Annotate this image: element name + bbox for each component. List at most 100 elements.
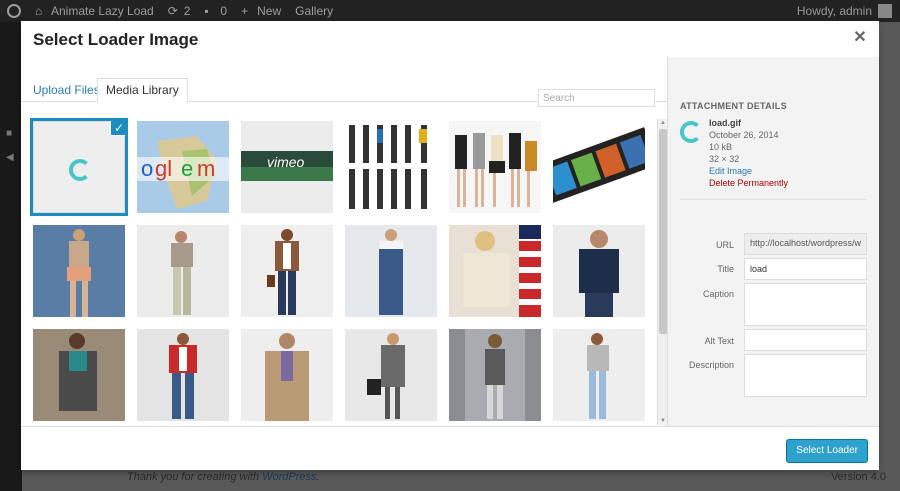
site-name: Animate Lazy Load	[51, 4, 154, 18]
attachment-models-group[interactable]	[449, 121, 541, 213]
attachment-woman-scarf-cardigan[interactable]	[33, 329, 125, 421]
modal-title: Select Loader Image	[33, 30, 199, 49]
scroll-up-icon[interactable]: ▲	[659, 119, 667, 127]
divider	[680, 199, 867, 200]
woman-scarf-cardigan-thumbnail	[33, 329, 125, 421]
attachment-date: October 26, 2014	[709, 130, 779, 140]
greeting: Howdy, admin	[796, 4, 872, 18]
comments-count: 0	[220, 4, 228, 18]
loader-icon	[69, 159, 91, 181]
new-label: New	[257, 4, 282, 18]
attachment-info: load.gif October 26, 2014 10 kB 32 × 32 …	[709, 117, 788, 189]
site-name-link[interactable]: ⌂ Animate Lazy Load	[28, 0, 161, 22]
url-label: URL	[715, 240, 734, 250]
caption-field[interactable]	[744, 283, 867, 326]
title-field[interactable]	[744, 258, 867, 280]
attachment-man-tan-blazer[interactable]	[241, 329, 333, 421]
title-label: Title	[717, 264, 734, 274]
attachment-details-heading: ATTACHMENT DETAILS	[680, 101, 787, 111]
alt-text-label: Alt Text	[704, 336, 734, 346]
tab-upload-files[interactable]: Upload Files	[25, 79, 108, 103]
attachment-woman-knit-top[interactable]	[553, 329, 645, 421]
footer-version: Version 4.0	[830, 471, 886, 483]
scroll-down-icon[interactable]: ▼	[659, 417, 667, 425]
attachment-woman-overalls[interactable]	[345, 225, 437, 317]
footer-thanks: Thank you for creating with WordPress.	[127, 471, 320, 483]
grid-scrollbar[interactable]: ▲ ▼	[657, 119, 667, 425]
caption-label: Caption	[702, 289, 734, 299]
woman-sweater-flag-thumbnail	[449, 225, 541, 317]
attachment-vimeo[interactable]: vimeo	[241, 121, 333, 213]
vimeo-thumbnail: vimeo	[241, 121, 333, 213]
woman-brown-jacket-thumbnail	[241, 225, 333, 317]
man-tan-blazer-thumbnail	[241, 329, 333, 421]
attachment-filename: load.gif	[709, 118, 741, 128]
edit-image-link[interactable]: Edit Image	[709, 165, 788, 177]
man-red-hoodie-thumbnail	[137, 329, 229, 421]
attachment-woman-city-street[interactable]	[449, 329, 541, 421]
svg-text:m: m	[197, 156, 215, 181]
delete-permanently-link[interactable]: Delete Permanently	[709, 177, 788, 189]
attachment-loader-gif[interactable]: ✓	[30, 118, 128, 216]
account-menu[interactable]: Howdy, admin	[797, 4, 900, 18]
url-field[interactable]: http://localhost/wordpress/w	[744, 233, 867, 255]
attachment-film-strip[interactable]	[553, 121, 645, 213]
avatar	[878, 4, 892, 18]
plus-icon: +	[241, 4, 249, 18]
gallery-link[interactable]: Gallery	[288, 0, 340, 22]
comments-link[interactable]: ▪ 0	[197, 0, 234, 22]
man-navy-hoodie-thumbnail	[553, 225, 645, 317]
close-icon[interactable]: ✕	[853, 30, 867, 46]
footer-thanks-text: Thank you for creating with	[127, 471, 263, 483]
attachment-dimensions: 32 × 32	[709, 154, 740, 164]
woman-city-street-thumbnail	[449, 329, 541, 421]
attachment-man-navy-hoodie[interactable]	[553, 225, 645, 317]
attachment-woman-sweater-flag[interactable]	[449, 225, 541, 317]
attachment-fashion-grid[interactable]	[345, 121, 437, 213]
menu-icon: ■	[6, 128, 13, 139]
svg-text:o: o	[141, 156, 153, 181]
wp-logo-menu[interactable]	[0, 0, 28, 22]
home-icon: ⌂	[35, 4, 43, 18]
modal-toolbar: Select Loader	[21, 426, 879, 470]
updates-link[interactable]: ⟳ 2	[161, 0, 198, 22]
attachment-woman-grey-coat[interactable]	[345, 329, 437, 421]
alt-text-field[interactable]	[744, 329, 867, 351]
svg-text:vimeo: vimeo	[267, 154, 305, 170]
admin-bar: ⌂ Animate Lazy Load ⟳ 2 ▪ 0 + New Galler…	[0, 0, 900, 22]
check-icon[interactable]: ✓	[110, 121, 125, 136]
footer-wordpress-link[interactable]: WordPress	[262, 471, 316, 483]
svg-text:e: e	[181, 156, 193, 181]
film-strip-thumbnail	[553, 121, 645, 213]
comment-icon: ▪	[204, 4, 209, 18]
media-modal: Select Loader Image ✕ Upload Files Media…	[21, 21, 879, 470]
admin-menu: ■ ◀	[0, 22, 22, 491]
updates-count: 2	[183, 4, 191, 18]
fashion-grid-thumbnail	[345, 121, 437, 213]
woman-knit-top-thumbnail	[553, 329, 645, 421]
google-map-thumbnail: o gl e m	[137, 121, 229, 213]
woman-grey-coat-thumbnail	[345, 329, 437, 421]
footer-thanks-suffix: .	[316, 471, 320, 483]
attachment-woman-brown-jacket[interactable]	[241, 225, 333, 317]
collapse-icon: ◀	[6, 152, 14, 163]
attachment-woman-denim-shorts[interactable]	[33, 225, 125, 317]
attachment-google-map[interactable]: o gl e m	[137, 121, 229, 213]
search-input[interactable]	[538, 89, 655, 107]
new-content-link[interactable]: + New	[234, 0, 288, 22]
gallery-label: Gallery	[295, 4, 334, 18]
attachment-woman-camo-pants[interactable]	[137, 225, 229, 317]
woman-camo-pants-thumbnail	[137, 225, 229, 317]
tab-media-library[interactable]: Media Library	[97, 78, 188, 103]
description-label: Description	[688, 360, 734, 370]
attachment-details-sidebar: ATTACHMENT DETAILS load.gif October 26, …	[667, 57, 879, 426]
svg-text:gl: gl	[155, 156, 172, 181]
select-loader-button[interactable]: Select Loader	[786, 439, 868, 463]
attachment-man-red-hoodie[interactable]	[137, 329, 229, 421]
woman-overalls-thumbnail	[345, 225, 437, 317]
updates-icon: ⟳	[167, 4, 178, 18]
description-field[interactable]	[744, 354, 867, 397]
loader-icon	[680, 121, 702, 143]
scrollbar-thumb[interactable]	[659, 129, 667, 334]
woman-denim-shorts-thumbnail	[33, 225, 125, 317]
